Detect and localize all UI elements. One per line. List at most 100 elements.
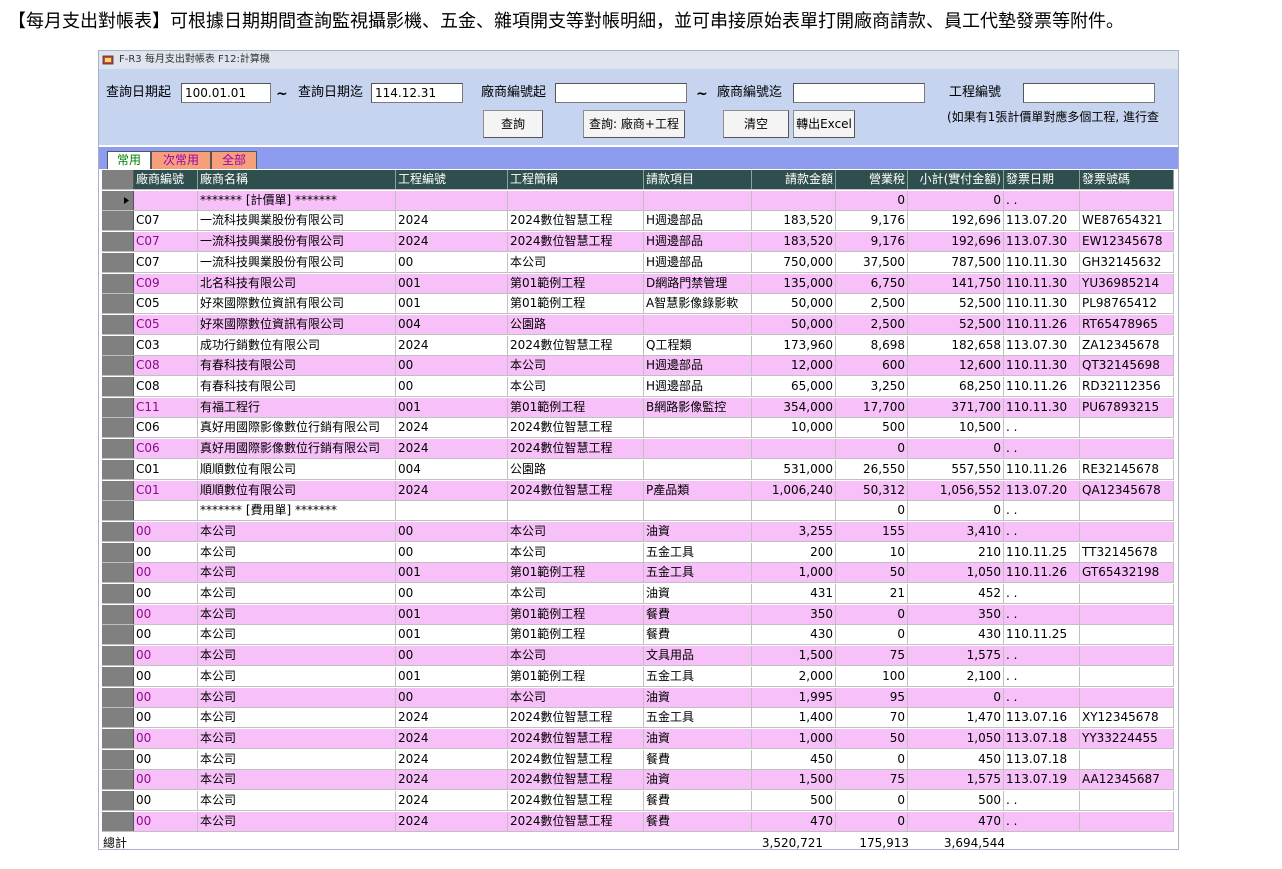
cell-subtotal[interactable]: 500 [908, 791, 1004, 810]
cell-amount[interactable]: 531,000 [752, 460, 836, 479]
cell-invoice-date[interactable]: 110.11.30 [1004, 274, 1080, 293]
table-row[interactable]: 00 本公司 2024 2024數位智慧工程 油資 1,500 75 1,575 113.07.… [102, 770, 1174, 790]
table-row[interactable]: 00 本公司 00 本公司 文具用品 1,500 75 1,575. . [102, 646, 1174, 666]
cell-invoice-no[interactable]: RT65478965 [1080, 315, 1174, 334]
cell-project-id[interactable]: 00 [396, 253, 508, 272]
table-row[interactable]: C11 有福工程行 001 第01範例工程 B網路影像監控 354,000 17,700 37… [102, 398, 1174, 418]
tab-common[interactable]: 常用 [107, 151, 151, 169]
cell-item[interactable]: 餐費 [644, 625, 752, 644]
cell-invoice-date[interactable]: 110.11.30 [1004, 294, 1080, 313]
cell-vendor-id[interactable]: C05 [134, 294, 198, 313]
cell-project-id[interactable]: 2024 [396, 481, 508, 500]
cell-invoice-date[interactable]: 110.11.26 [1004, 460, 1080, 479]
cell-project-name[interactable]: 本公司 [508, 688, 644, 707]
cell-item[interactable]: 餐費 [644, 605, 752, 624]
row-selector[interactable] [102, 729, 134, 748]
cell-tax[interactable]: 17,700 [836, 398, 908, 417]
row-selector[interactable] [102, 356, 134, 375]
cell-item[interactable] [644, 439, 752, 458]
cell-vendor-id[interactable]: 00 [134, 770, 198, 789]
cell-item[interactable]: 文具用品 [644, 646, 752, 665]
cell-project-id[interactable]: 2024 [396, 770, 508, 789]
cell-item[interactable] [644, 418, 752, 437]
cell-invoice-date[interactable]: . . [1004, 439, 1080, 458]
header-project-name[interactable]: 工程簡稱 [508, 170, 644, 189]
cell-vendor-name[interactable]: 有春科技有限公司 [198, 377, 396, 396]
cell-invoice-no[interactable]: AA12345687 [1080, 770, 1174, 789]
cell-invoice-date[interactable]: 113.07.16 [1004, 708, 1080, 727]
cell-tax[interactable]: 155 [836, 522, 908, 541]
cell-amount[interactable]: 350 [752, 605, 836, 624]
cell-invoice-no[interactable]: TT32145678 [1080, 543, 1174, 562]
cell-invoice-no[interactable] [1080, 688, 1174, 707]
row-selector[interactable] [102, 191, 134, 210]
cell-subtotal[interactable]: 371,700 [908, 398, 1004, 417]
cell-tax[interactable]: 100 [836, 667, 908, 686]
cell-project-name[interactable]: 2024數位智慧工程 [508, 770, 644, 789]
cell-amount[interactable]: 183,520 [752, 232, 836, 251]
header-vendor-name[interactable]: 廠商名稱 [198, 170, 396, 189]
cell-invoice-date[interactable]: 110.11.25 [1004, 625, 1080, 644]
cell-project-name[interactable]: 2024數位智慧工程 [508, 812, 644, 831]
cell-item[interactable]: H週邊部品 [644, 356, 752, 375]
cell-tax[interactable]: 0 [836, 191, 908, 210]
cell-invoice-no[interactable] [1080, 522, 1174, 541]
header-project-id[interactable]: 工程編號 [396, 170, 508, 189]
cell-item[interactable] [644, 315, 752, 334]
cell-invoice-date[interactable]: . . [1004, 646, 1080, 665]
cell-project-name[interactable]: 公園路 [508, 460, 644, 479]
cell-amount[interactable]: 12,000 [752, 356, 836, 375]
cell-project-id[interactable]: 2024 [396, 708, 508, 727]
cell-amount[interactable]: 354,000 [752, 398, 836, 417]
cell-project-id[interactable] [396, 191, 508, 210]
cell-project-id[interactable]: 001 [396, 605, 508, 624]
cell-amount[interactable]: 470 [752, 812, 836, 831]
cell-amount[interactable]: 450 [752, 750, 836, 769]
row-selector[interactable] [102, 418, 134, 437]
cell-vendor-id[interactable]: 00 [134, 667, 198, 686]
cell-vendor-name[interactable]: 北名科技有限公司 [198, 274, 396, 293]
cell-subtotal[interactable]: 141,750 [908, 274, 1004, 293]
cell-amount[interactable]: 135,000 [752, 274, 836, 293]
cell-subtotal[interactable]: 470 [908, 812, 1004, 831]
cell-vendor-name[interactable]: 本公司 [198, 543, 396, 562]
cell-invoice-no[interactable]: GH32145632 [1080, 253, 1174, 272]
table-row[interactable]: C07 一流科技興業股份有限公司 2024 2024數位智慧工程 H週邊部品 183,52… [102, 232, 1174, 252]
cell-subtotal[interactable]: 3,410 [908, 522, 1004, 541]
cell-project-id[interactable]: 001 [396, 294, 508, 313]
cell-tax[interactable]: 0 [836, 625, 908, 644]
row-selector[interactable] [102, 377, 134, 396]
header-invoice-no[interactable]: 發票號碼 [1080, 170, 1174, 189]
cell-invoice-date[interactable]: . . [1004, 791, 1080, 810]
row-selector[interactable] [102, 584, 134, 603]
cell-invoice-no[interactable] [1080, 418, 1174, 437]
table-row[interactable]: C09 北名科技有限公司 001 第01範例工程 D網路門禁管理 135,000 6,750… [102, 274, 1174, 294]
cell-vendor-id[interactable]: 00 [134, 791, 198, 810]
cell-tax[interactable]: 500 [836, 418, 908, 437]
cell-item[interactable]: 五金工具 [644, 543, 752, 562]
cell-project-name[interactable]: 2024數位智慧工程 [508, 791, 644, 810]
cell-subtotal[interactable]: 430 [908, 625, 1004, 644]
cell-vendor-id[interactable]: C07 [134, 232, 198, 251]
data-grid[interactable]: 廠商編號 廠商名稱 工程編號 工程簡稱 請款項目 請款金額 營業稅 小計(實付金額) 發票日期發… [102, 170, 1178, 836]
cell-invoice-no[interactable] [1080, 605, 1174, 624]
row-selector[interactable] [102, 253, 134, 272]
table-row[interactable]: C08 有春科技有限公司 00 本公司 H週邊部品 65,000 3,250 68,250 11… [102, 377, 1174, 397]
cell-project-name[interactable]: 2024數位智慧工程 [508, 439, 644, 458]
cell-project-id[interactable]: 2024 [396, 336, 508, 355]
cell-item[interactable]: 餐費 [644, 812, 752, 831]
cell-project-name[interactable] [508, 191, 644, 210]
cell-amount[interactable]: 50,000 [752, 315, 836, 334]
cell-invoice-date[interactable]: 113.07.20 [1004, 481, 1080, 500]
cell-invoice-date[interactable]: . . [1004, 667, 1080, 686]
cell-subtotal[interactable]: 210 [908, 543, 1004, 562]
cell-tax[interactable]: 0 [836, 750, 908, 769]
row-selector[interactable] [102, 522, 134, 541]
cell-invoice-no[interactable] [1080, 625, 1174, 644]
cell-project-name[interactable]: 本公司 [508, 584, 644, 603]
cell-vendor-name[interactable]: 順順數位有限公司 [198, 481, 396, 500]
cell-project-id[interactable]: 2024 [396, 418, 508, 437]
cell-project-name[interactable] [508, 501, 644, 520]
row-selector[interactable] [102, 336, 134, 355]
cell-vendor-name[interactable]: 本公司 [198, 667, 396, 686]
